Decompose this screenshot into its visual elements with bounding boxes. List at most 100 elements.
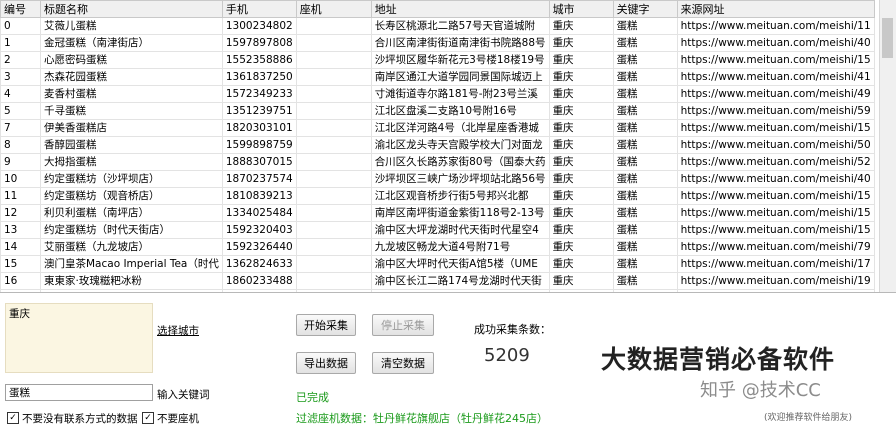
table-cell[interactable]: 1810839213	[221, 187, 297, 205]
table-cell[interactable]: 重庆	[548, 170, 614, 188]
table-cell[interactable]: 大拇指蛋糕	[40, 153, 223, 171]
keyword-input[interactable]	[5, 384, 153, 401]
table-cell[interactable]: https://www.meituan.com/meishi/19	[676, 272, 875, 290]
table-cell[interactable]: 7	[0, 119, 41, 137]
scrollbar-thumb[interactable]	[882, 18, 893, 58]
select-city-link[interactable]: 选择城市	[157, 323, 199, 338]
table-cell[interactable]: 利贝利蛋糕（南坪店）	[40, 204, 223, 222]
table-cell[interactable]: 约定蛋糕坊（时代天街店）	[40, 221, 223, 239]
table-cell[interactable]: 1592326440	[221, 238, 297, 256]
table-cell[interactable]: 12	[0, 204, 41, 222]
table-cell[interactable]: 蛋糕	[612, 221, 678, 239]
table-cell[interactable]: https://www.meituan.com/meishi/15	[676, 221, 875, 239]
table-cell[interactable]: https://www.meituan.com/meishi/40	[676, 34, 875, 52]
table-cell[interactable]: 1351239751	[221, 102, 297, 120]
table-cell[interactable]: 1820303101	[221, 119, 297, 137]
table-cell[interactable]: 重庆	[548, 187, 614, 205]
table-cell[interactable]: 重庆	[548, 136, 614, 154]
table-cell[interactable]: 8	[0, 136, 41, 154]
table-cell[interactable]: 渝中区大坪时代天街A馆5楼（UME	[370, 255, 550, 273]
city-textarea[interactable]: 重庆	[5, 303, 153, 373]
table-cell[interactable]: 蛋糕	[612, 102, 678, 120]
table-cell[interactable]: https://www.meituan.com/meishi/49	[676, 85, 875, 103]
table-row[interactable]: 7 伊美香蛋糕店 1820303101 江北区洋河路4号（北岸星座香港城 重庆 蛋糕 htt…	[0, 119, 875, 137]
table-cell[interactable]: 蛋糕	[612, 85, 678, 103]
table-cell[interactable]: 重庆	[548, 255, 614, 273]
table-cell[interactable]	[295, 238, 372, 256]
column-header[interactable]: 来源网址	[676, 0, 875, 18]
table-cell[interactable]: https://www.meituan.com/meishi/50	[676, 136, 875, 154]
table-cell[interactable]: 重庆	[548, 221, 614, 239]
table-cell[interactable]: https://www.meituan.com/meishi/79	[676, 238, 875, 256]
table-cell[interactable]: 蛋糕	[612, 51, 678, 69]
table-cell[interactable]: 长寿区桃源北二路57号天官道城附	[370, 17, 550, 35]
table-row[interactable]: 4 麦香村蛋糕 1572349233 寸滩街道寺尔路181号-附23号兰溪 重庆 蛋糕 ht…	[0, 85, 875, 103]
table-cell[interactable]: 蛋糕	[612, 136, 678, 154]
table-cell[interactable]: 1	[0, 34, 41, 52]
table-cell[interactable]: 南岸区南坪街道金紫街118号2-13号	[370, 204, 550, 222]
table-cell[interactable]: https://www.meituan.com/meishi/40	[676, 170, 875, 188]
column-header[interactable]: 编号	[0, 0, 41, 18]
table-cell[interactable]: 重庆	[548, 204, 614, 222]
table-cell[interactable]: 重庆	[548, 153, 614, 171]
table-row[interactable]: 5 千寻蛋糕 1351239751 江北区盘溪二支路10号附16号 重庆 蛋糕 https:…	[0, 102, 875, 120]
table-cell[interactable]: 蛋糕	[612, 119, 678, 137]
table-row[interactable]: 10 约定蛋糕坊（沙坪坝店） 1870237574 沙坪坝区三峡广场沙坪坝站北路56号…	[0, 170, 875, 188]
table-row[interactable]: 1 金冠蛋糕（南津街店） 1597897808 合川区南津街街道南津街书院路88号 重庆…	[0, 34, 875, 52]
table-cell[interactable]: 艾丽蛋糕（九龙坡店）	[40, 238, 223, 256]
table-cell[interactable]: 0	[0, 17, 41, 35]
table-cell[interactable]: 1860233488	[221, 272, 297, 290]
table-cell[interactable]: 南岸区通江大道学园同景国际城迈上	[370, 68, 550, 86]
table-cell[interactable]: 约定蛋糕坊（观音桥店）	[40, 187, 223, 205]
table-row[interactable]: 0 艾薇儿蛋糕 1300234802 长寿区桃源北二路57号天官道城附 重庆 蛋糕 http…	[0, 17, 875, 35]
table-cell[interactable]: 重庆	[548, 85, 614, 103]
table-cell[interactable]: 渝中区长江二路174号龙湖时代天街	[370, 272, 550, 290]
table-cell[interactable]: 重庆	[548, 51, 614, 69]
table-cell[interactable]: 1599898759	[221, 136, 297, 154]
stop-collect-button[interactable]: 停止采集	[372, 314, 434, 336]
table-cell[interactable]: 重庆	[548, 68, 614, 86]
table-cell[interactable]: 14	[0, 238, 41, 256]
table-cell[interactable]: 1300234802	[221, 17, 297, 35]
table-cell[interactable]: 江北区洋河路4号（北岸星座香港城	[370, 119, 550, 137]
table-cell[interactable]: 九龙坡区畅龙大道4号附71号	[370, 238, 550, 256]
table-cell[interactable]: 重庆	[548, 34, 614, 52]
table-cell[interactable]: 1597897808	[221, 34, 297, 52]
table-row[interactable]: 3 杰森花园蛋糕 1361837250 南岸区通江大道学园同景国际城迈上 重庆 蛋糕 htt…	[0, 68, 875, 86]
table-cell[interactable]: 约定蛋糕坊（沙坪坝店）	[40, 170, 223, 188]
column-header[interactable]: 城市	[548, 0, 614, 18]
data-grid[interactable]: 编号 标题名称 手机 座机 地址 城市 关键字 来源网址 0 艾薇儿蛋糕 1300234802 长寿…	[0, 0, 896, 293]
table-cell[interactable]: 千寻蛋糕	[40, 102, 223, 120]
table-cell[interactable]: 16	[0, 272, 41, 290]
table-cell[interactable]: 寸滩街道寺尔路181号-附23号兰溪	[370, 85, 550, 103]
table-cell[interactable]: 4	[0, 85, 41, 103]
clear-data-button[interactable]: 清空数据	[372, 352, 434, 374]
table-row[interactable]: 12 利贝利蛋糕（南坪店） 1334025484 南岸区南坪街道金紫街118号2-13…	[0, 204, 875, 222]
table-cell[interactable]: 5	[0, 102, 41, 120]
table-cell[interactable]: https://www.meituan.com/meishi/11	[676, 17, 875, 35]
table-row[interactable]: 13 约定蛋糕坊（时代天街店） 1592320403 渝中区大坪龙湖时代天街时代星空4…	[0, 221, 875, 239]
table-cell[interactable]: 江北区盘溪二支路10号附16号	[370, 102, 550, 120]
table-cell[interactable]: 蛋糕	[612, 255, 678, 273]
table-cell[interactable]: 蛋糕	[612, 34, 678, 52]
table-cell[interactable]: 重庆	[548, 272, 614, 290]
table-cell[interactable]: 艾薇儿蛋糕	[40, 17, 223, 35]
results-table[interactable]: 编号 标题名称 手机 座机 地址 城市 关键字 来源网址 0 艾薇儿蛋糕 1300234802 长寿…	[0, 0, 875, 292]
table-cell[interactable]: https://www.meituan.com/meishi/52	[676, 153, 875, 171]
table-cell[interactable]: 15	[0, 255, 41, 273]
table-cell[interactable]: 9	[0, 153, 41, 171]
table-cell[interactable]	[295, 51, 372, 69]
table-cell[interactable]: https://www.meituan.com/meishi/15	[676, 119, 875, 137]
table-cell[interactable]: 重庆	[548, 17, 614, 35]
table-cell[interactable]: 金冠蛋糕（南津街店）	[40, 34, 223, 52]
table-cell[interactable]: 1572349233	[221, 85, 297, 103]
start-collect-button[interactable]: 开始采集	[296, 314, 356, 336]
table-cell[interactable]: 2	[0, 51, 41, 69]
table-cell[interactable]	[295, 136, 372, 154]
table-cell[interactable]: 重庆	[548, 102, 614, 120]
table-cell[interactable]: 香醇园蛋糕	[40, 136, 223, 154]
table-cell[interactable]: 沙坪坝区三峡广场沙坪坝站北路56号	[370, 170, 550, 188]
table-row[interactable]: 8 香醇园蛋糕 1599898759 渝北区龙头寺天宫殿学校大门对面龙 重庆 蛋糕 http…	[0, 136, 875, 154]
table-cell[interactable]: 蛋糕	[612, 238, 678, 256]
table-cell[interactable]: 渝中区大坪龙湖时代天街时代星空4	[370, 221, 550, 239]
